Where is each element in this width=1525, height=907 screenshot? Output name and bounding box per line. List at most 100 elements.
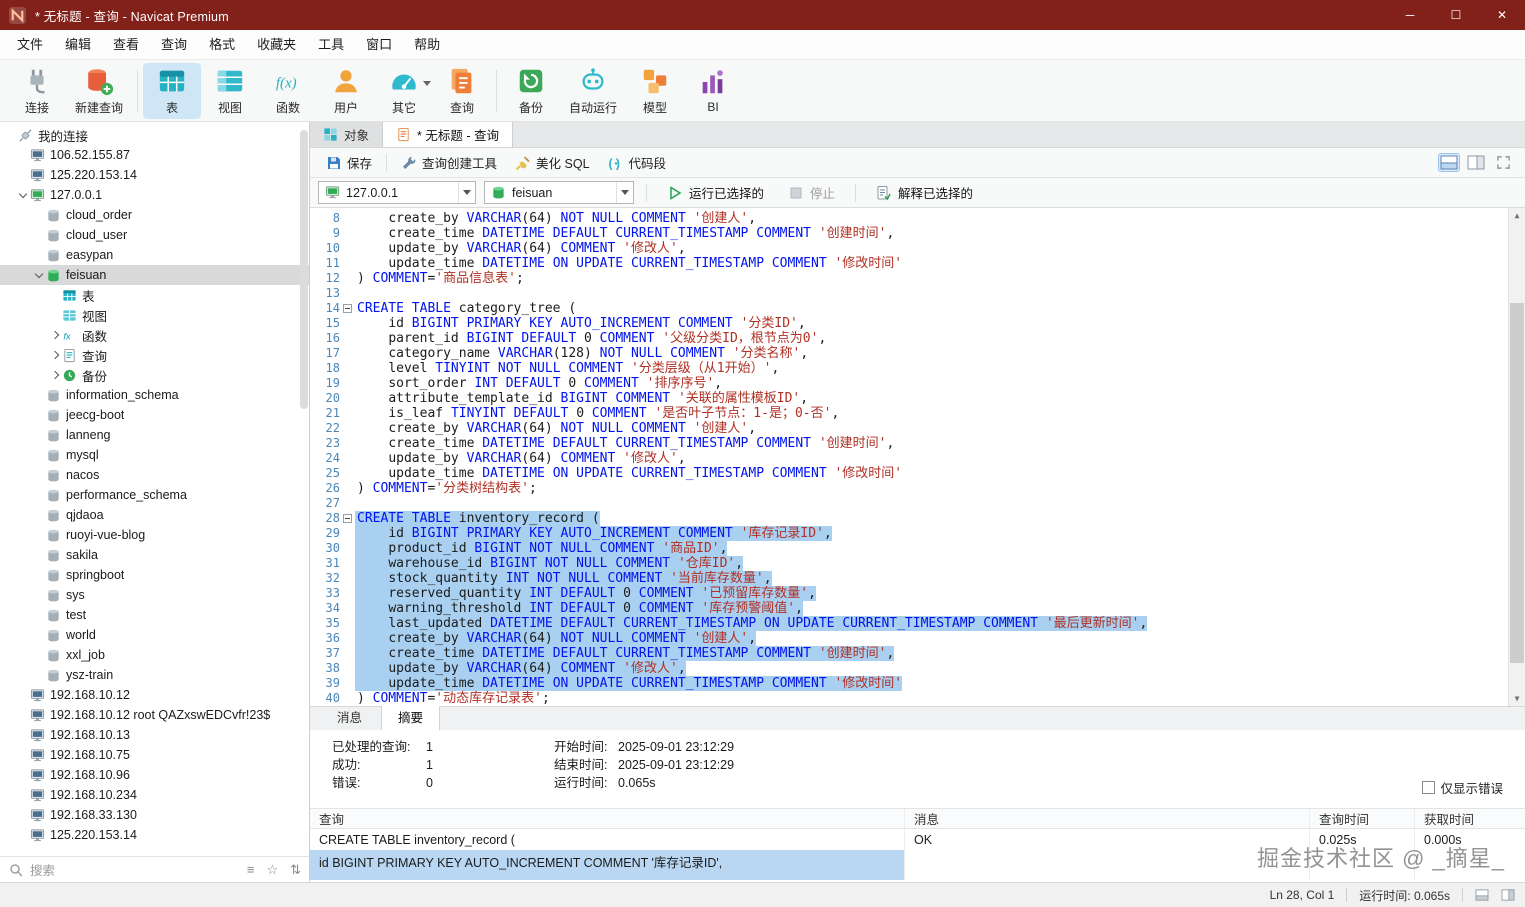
favorite-icon[interactable]: ☆ <box>266 862 278 878</box>
tree-item[interactable]: 表 <box>0 285 309 305</box>
toolbar-backup-button[interactable]: 备份 <box>502 63 560 119</box>
editor-line-36[interactable]: 36 create_by VARCHAR(64) NOT NULL COMMEN… <box>310 631 1525 646</box>
tree-item[interactable]: feisuan <box>0 265 309 285</box>
stop-button[interactable]: 停止 <box>780 180 843 205</box>
editor-line-29[interactable]: 29 id BIGINT PRIMARY KEY AUTO_INCREMENT … <box>310 526 1525 541</box>
tree-item[interactable]: world <box>0 625 309 645</box>
editor-line-11[interactable]: 11 update_time DATETIME ON UPDATE CURREN… <box>310 256 1525 271</box>
maximize-button[interactable]: ☐ <box>1433 0 1479 30</box>
editor-line-39[interactable]: 39 update_time DATETIME ON UPDATE CURREN… <box>310 676 1525 691</box>
editor-line-22[interactable]: 22 create_by VARCHAR(64) NOT NULL COMMEN… <box>310 421 1525 436</box>
editor-line-35[interactable]: 35 last_updated DATETIME DEFAULT CURRENT… <box>310 616 1525 631</box>
tree-item[interactable]: information_schema <box>0 385 309 405</box>
tree-item[interactable]: 192.168.10.13 <box>0 725 309 745</box>
sidebar-scrollbar[interactable] <box>300 130 308 409</box>
editor-line-30[interactable]: 30 product_id BIGINT NOT NULL COMMENT '商… <box>310 541 1525 556</box>
fold-marker-icon[interactable] <box>343 304 352 313</box>
editor-line-19[interactable]: 19 sort_order INT DEFAULT 0 COMMENT '排序序… <box>310 376 1525 391</box>
tree-item[interactable]: 106.52.155.87 <box>0 145 309 165</box>
menu-item-3[interactable]: 查询 <box>150 30 198 60</box>
toolbar-function-button[interactable]: f(x) 函数 <box>259 63 317 119</box>
sql-editor[interactable]: 8 create_by VARCHAR(64) NOT NULL COMMENT… <box>310 208 1525 706</box>
menu-item-8[interactable]: 帮助 <box>403 30 451 60</box>
sort-icon[interactable]: ⇅ <box>290 862 301 878</box>
chevron-right-icon[interactable] <box>50 350 60 360</box>
tree-item[interactable]: mysql <box>0 445 309 465</box>
menu-item-6[interactable]: 工具 <box>307 30 355 60</box>
connection-select[interactable]: 127.0.0.1 <box>318 181 476 204</box>
results-column-header[interactable]: 获取时间 <box>1415 809 1525 828</box>
editor-line-10[interactable]: 10 update_by VARCHAR(64) COMMENT '修改人', <box>310 241 1525 256</box>
fold-marker-icon[interactable] <box>343 514 352 523</box>
editor-line-20[interactable]: 20 attribute_template_id BIGINT COMMENT … <box>310 391 1525 406</box>
editor-line-9[interactable]: 9 create_time DATETIME DEFAULT CURRENT_T… <box>310 226 1525 241</box>
result-tab-1[interactable]: 摘要 <box>381 703 441 730</box>
tree-item[interactable]: ysz-train <box>0 665 309 685</box>
tree-item[interactable]: springboot <box>0 565 309 585</box>
tree-item[interactable]: performance_schema <box>0 485 309 505</box>
editor-line-31[interactable]: 31 warehouse_id BIGINT NOT NULL COMMENT … <box>310 556 1525 571</box>
scroll-down-icon[interactable]: ▼ <box>1509 691 1525 706</box>
tree-item[interactable]: sakila <box>0 545 309 565</box>
tree-item[interactable]: nacos <box>0 465 309 485</box>
toolbar-bi-button[interactable]: BI <box>684 63 742 119</box>
menu-item-1[interactable]: 编辑 <box>54 30 102 60</box>
editor-line-18[interactable]: 18 level TINYINT NOT NULL COMMENT '分类层级（… <box>310 361 1525 376</box>
toolbar-query-button[interactable]: 查询 <box>433 63 491 119</box>
results-column-header[interactable]: 消息 <box>905 809 1310 828</box>
tree-item[interactable]: 192.168.10.12 <box>0 685 309 705</box>
editor-line-25[interactable]: 25 update_time DATETIME ON UPDATE CURREN… <box>310 466 1525 481</box>
close-button[interactable]: ✕ <box>1479 0 1525 30</box>
tree-item[interactable]: 查询 <box>0 345 309 365</box>
scroll-up-icon[interactable]: ▲ <box>1509 208 1525 223</box>
result-tab-0[interactable]: 消息 <box>320 703 379 730</box>
editor-scrollbar[interactable]: ▲ ▼ <box>1508 208 1525 706</box>
results-row[interactable]: CREATE TABLE inventory_record (OK 0.025s 0… <box>310 829 1525 850</box>
tree-item[interactable]: sys <box>0 585 309 605</box>
doc-tab-0[interactable]: 对象 <box>310 122 384 147</box>
toolbar-table-button[interactable]: 表 <box>143 62 202 119</box>
only-show-errors-checkbox[interactable]: 仅显示错误 <box>1422 778 1503 797</box>
editor-line-33[interactable]: 33 reserved_quantity INT DEFAULT 0 COMME… <box>310 586 1525 601</box>
tree-item[interactable]: easypan <box>0 245 309 265</box>
editor-line-21[interactable]: 21 is_leaf TINYINT DEFAULT 0 COMMENT '是否… <box>310 406 1525 421</box>
toolbar-automation-button[interactable]: 自动运行 <box>560 63 626 119</box>
tree-item[interactable]: ruoyi-vue-blog <box>0 525 309 545</box>
tree-item[interactable]: jeecg-boot <box>0 405 309 425</box>
editor-line-8[interactable]: 8 create_by VARCHAR(64) NOT NULL COMMENT… <box>310 211 1525 226</box>
editor-line-23[interactable]: 23 create_time DATETIME DEFAULT CURRENT_… <box>310 436 1525 451</box>
editor-line-13[interactable]: 13 <box>310 286 1525 301</box>
tree-item[interactable]: xxl_job <box>0 645 309 665</box>
editor-line-14[interactable]: 14 CREATE TABLE category_tree ( <box>310 301 1525 316</box>
editor-line-17[interactable]: 17 category_name VARCHAR(128) NOT NULL C… <box>310 346 1525 361</box>
pane-right-icon[interactable] <box>1501 889 1515 901</box>
toolbar-view-button[interactable]: 视图 <box>201 63 259 119</box>
sidebar-search[interactable]: 搜索 ≡ ☆ ⇅ <box>0 856 309 882</box>
code-snippet-button[interactable]: ( ) 代码段 <box>600 150 675 175</box>
chevron-down-icon[interactable] <box>34 269 44 278</box>
results-row-partial[interactable]: id BIGINT PRIMARY KEY AUTO_INCREMENT COM… <box>310 850 1525 880</box>
editor-line-27[interactable]: 27 <box>310 496 1525 511</box>
toolbar-model-button[interactable]: 模型 <box>626 63 684 119</box>
menu-item-0[interactable]: 文件 <box>6 30 54 60</box>
tree-item[interactable]: 192.168.33.130 <box>0 805 309 825</box>
doc-tab-1[interactable]: * 无标题 - 查询 <box>383 122 513 147</box>
explain-selected-button[interactable]: 解释已选择的 <box>868 180 981 205</box>
tree-item[interactable]: 192.168.10.75 <box>0 745 309 765</box>
results-column-header[interactable]: 查询时间 <box>1310 809 1415 828</box>
tree-item[interactable]: 125.220.153.14 <box>0 825 309 845</box>
editor-line-26[interactable]: 26) COMMENT='分类树结构表'; <box>310 481 1525 496</box>
toolbar-user-button[interactable]: 用户 <box>317 63 375 119</box>
menu-item-7[interactable]: 窗口 <box>355 30 403 60</box>
query-builder-button[interactable]: 查询创建工具 <box>393 150 505 175</box>
menu-item-5[interactable]: 收藏夹 <box>246 30 307 60</box>
tree-item[interactable]: 192.168.10.234 <box>0 785 309 805</box>
tree-item[interactable]: cloud_user <box>0 225 309 245</box>
editor-line-40[interactable]: 40) COMMENT='动态库存记录表'; <box>310 691 1525 706</box>
editor-line-37[interactable]: 37 create_time DATETIME DEFAULT CURRENT_… <box>310 646 1525 661</box>
results-column-header[interactable]: 查询 <box>310 809 905 828</box>
scrollbar-thumb[interactable] <box>1510 302 1524 663</box>
beautify-sql-button[interactable]: 美化 SQL <box>507 150 598 175</box>
filter-icon[interactable]: ≡ <box>247 862 255 878</box>
editor-line-15[interactable]: 15 id BIGINT PRIMARY KEY AUTO_INCREMENT … <box>310 316 1525 331</box>
